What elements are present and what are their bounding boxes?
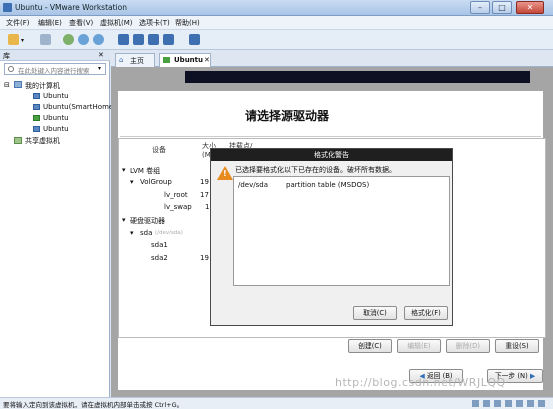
power-icon[interactable]: [8, 34, 19, 45]
row-expander[interactable]: ▾: [130, 229, 134, 237]
menu-tabs[interactable]: 选项卡(T): [139, 18, 170, 28]
computer-icon: [14, 81, 22, 88]
vmware-app-icon: [3, 3, 12, 12]
search-placeholder: 在此处键入内容进行搜索: [18, 67, 90, 75]
vm-running-icon: [33, 115, 40, 121]
tree-vm-ubuntu-4[interactable]: Ubuntu: [43, 125, 69, 133]
device-list: /dev/sda partition table (MSDOS): [233, 176, 450, 286]
column-device: 设备: [152, 146, 166, 154]
sound-icon[interactable]: [516, 400, 523, 407]
search-icon: [8, 66, 14, 72]
vm-icon: [33, 93, 40, 99]
row-lv-root-size: 17: [200, 191, 209, 199]
guest-top-panel: [185, 71, 530, 83]
hdd-icon[interactable]: [472, 400, 479, 407]
menu-bar: 文件(F) 编辑(E) 查看(V) 虚拟机(M) 选项卡(T) 帮助(H): [0, 16, 553, 30]
usb-icon[interactable]: [505, 400, 512, 407]
status-text: 要将输入定向到该虚拟机，请在虚拟机内部单击或按 Ctrl+G。: [3, 401, 184, 409]
vm-running-icon: [163, 57, 170, 63]
format-warning-dialog: 格式化警告 ! 已选择要格式化以下已存在的设备。破坏所有数据。 /dev/sda…: [210, 148, 453, 326]
row-hard-drives[interactable]: 硬盘驱动器: [130, 216, 165, 226]
library-header: 库 ✕: [0, 50, 110, 61]
window-title: Ubuntu - VMware Workstation: [15, 3, 127, 12]
vm-icon: [33, 104, 40, 110]
minimize-button[interactable]: –: [470, 1, 490, 14]
menu-view[interactable]: 查看(V): [69, 18, 93, 28]
close-icon[interactable]: ✕: [98, 51, 104, 59]
send-ctrl-alt-del-icon[interactable]: [40, 34, 51, 45]
network-icon[interactable]: [494, 400, 501, 407]
row-expander[interactable]: ▾: [122, 166, 126, 174]
reset-button[interactable]: 重设(S): [495, 339, 539, 353]
menu-file[interactable]: 文件(F): [6, 18, 30, 28]
row-lv-swap[interactable]: lv_swap: [164, 203, 192, 211]
row-sda2[interactable]: sda2: [151, 254, 168, 262]
row-sda[interactable]: sda: [140, 229, 152, 237]
console-view-icon[interactable]: [189, 34, 200, 45]
format-button[interactable]: 格式化(F): [404, 306, 448, 320]
device-detail: partition table (MSDOS): [286, 181, 370, 189]
cdrom-icon[interactable]: [483, 400, 490, 407]
row-lv-swap-size: 1: [205, 203, 210, 211]
maximize-button[interactable]: □: [492, 1, 512, 14]
menu-vm[interactable]: 虚拟机(M): [100, 18, 133, 28]
unity-icon[interactable]: [163, 34, 174, 45]
row-volgroup-size: 19: [200, 178, 209, 186]
menu-help[interactable]: 帮助(H): [175, 18, 200, 28]
arrow-right-icon: ▶: [527, 372, 536, 380]
search-input[interactable]: 在此处键入内容进行搜索 ▾: [4, 63, 106, 75]
tree-vm-ubuntu-smarthome[interactable]: Ubuntu(SmartHome): [43, 103, 116, 111]
printer-icon[interactable]: [527, 400, 534, 407]
show-library-icon[interactable]: [118, 34, 129, 45]
tab-ubuntu-label: Ubuntu: [174, 56, 203, 64]
tab-bar: ⌂ 主页 Ubuntu ✕: [111, 50, 553, 67]
warning-icon: !: [217, 166, 233, 180]
thumbnail-icon[interactable]: [133, 34, 144, 45]
dialog-message: 已选择要格式化以下已存在的设备。破坏所有数据。: [235, 166, 396, 174]
edit-button[interactable]: 编辑(E): [397, 339, 441, 353]
tab-home-label: 主页: [130, 57, 144, 65]
title-bar: Ubuntu - VMware Workstation – □ ✕: [0, 0, 553, 16]
snapshot-manager-icon[interactable]: [93, 34, 104, 45]
tree-vm-ubuntu-running[interactable]: Ubuntu: [43, 114, 69, 122]
snapshot-icon[interactable]: [63, 34, 74, 45]
display-icon[interactable]: [538, 400, 545, 407]
home-icon: ⌂: [119, 56, 124, 64]
revert-snapshot-icon[interactable]: [78, 34, 89, 45]
library-panel: 库 ✕ 在此处键入内容进行搜索 ▾ ⊟ 我的计算机 Ubuntu Ubuntu(…: [0, 50, 116, 397]
fullscreen-icon[interactable]: [148, 34, 159, 45]
tree-vm-ubuntu[interactable]: Ubuntu: [43, 92, 69, 100]
cancel-button[interactable]: 取消(C): [353, 306, 397, 320]
tab-ubuntu[interactable]: Ubuntu ✕: [159, 53, 211, 67]
row-expander[interactable]: ▾: [122, 216, 126, 224]
tree-my-computer[interactable]: 我的计算机: [25, 81, 60, 91]
tab-home[interactable]: ⌂ 主页: [115, 53, 155, 67]
row-volgroup[interactable]: VolGroup: [140, 178, 172, 186]
close-button[interactable]: ✕: [516, 1, 544, 14]
delete-button[interactable]: 删除(D): [446, 339, 490, 353]
library-title: 库: [3, 52, 10, 60]
status-bar: 要将输入定向到该虚拟机，请在虚拟机内部单击或按 Ctrl+G。: [0, 397, 553, 409]
row-sda2-size: 19: [200, 254, 209, 262]
row-lvm[interactable]: LVM 卷组: [130, 166, 160, 176]
row-expander[interactable]: ▾: [130, 178, 134, 186]
row-sda1[interactable]: sda1: [151, 241, 168, 249]
row-sda-path: (/dev/sda): [155, 230, 183, 236]
tree-shared-vms[interactable]: 共享虚拟机: [25, 136, 60, 146]
chevron-down-icon[interactable]: ▾: [98, 65, 101, 72]
divider: [120, 136, 541, 137]
vm-icon: [33, 126, 40, 132]
installer-title: 请选择源驱动器: [245, 109, 330, 123]
close-icon[interactable]: ✕: [204, 56, 210, 64]
create-button[interactable]: 创建(C): [348, 339, 392, 353]
device-path: /dev/sda: [238, 181, 268, 189]
chevron-down-icon[interactable]: ▾: [21, 37, 24, 44]
shared-vm-icon: [14, 137, 22, 144]
menu-edit[interactable]: 编辑(E): [38, 18, 62, 28]
dialog-title: 格式化警告: [211, 149, 452, 161]
watermark: http://blog.csdn.net/WRJLQQ: [335, 376, 506, 389]
row-lv-root[interactable]: lv_root: [164, 191, 188, 199]
tree-toggle-icon[interactable]: ⊟: [4, 81, 10, 89]
toolbar: ▾: [0, 30, 553, 50]
